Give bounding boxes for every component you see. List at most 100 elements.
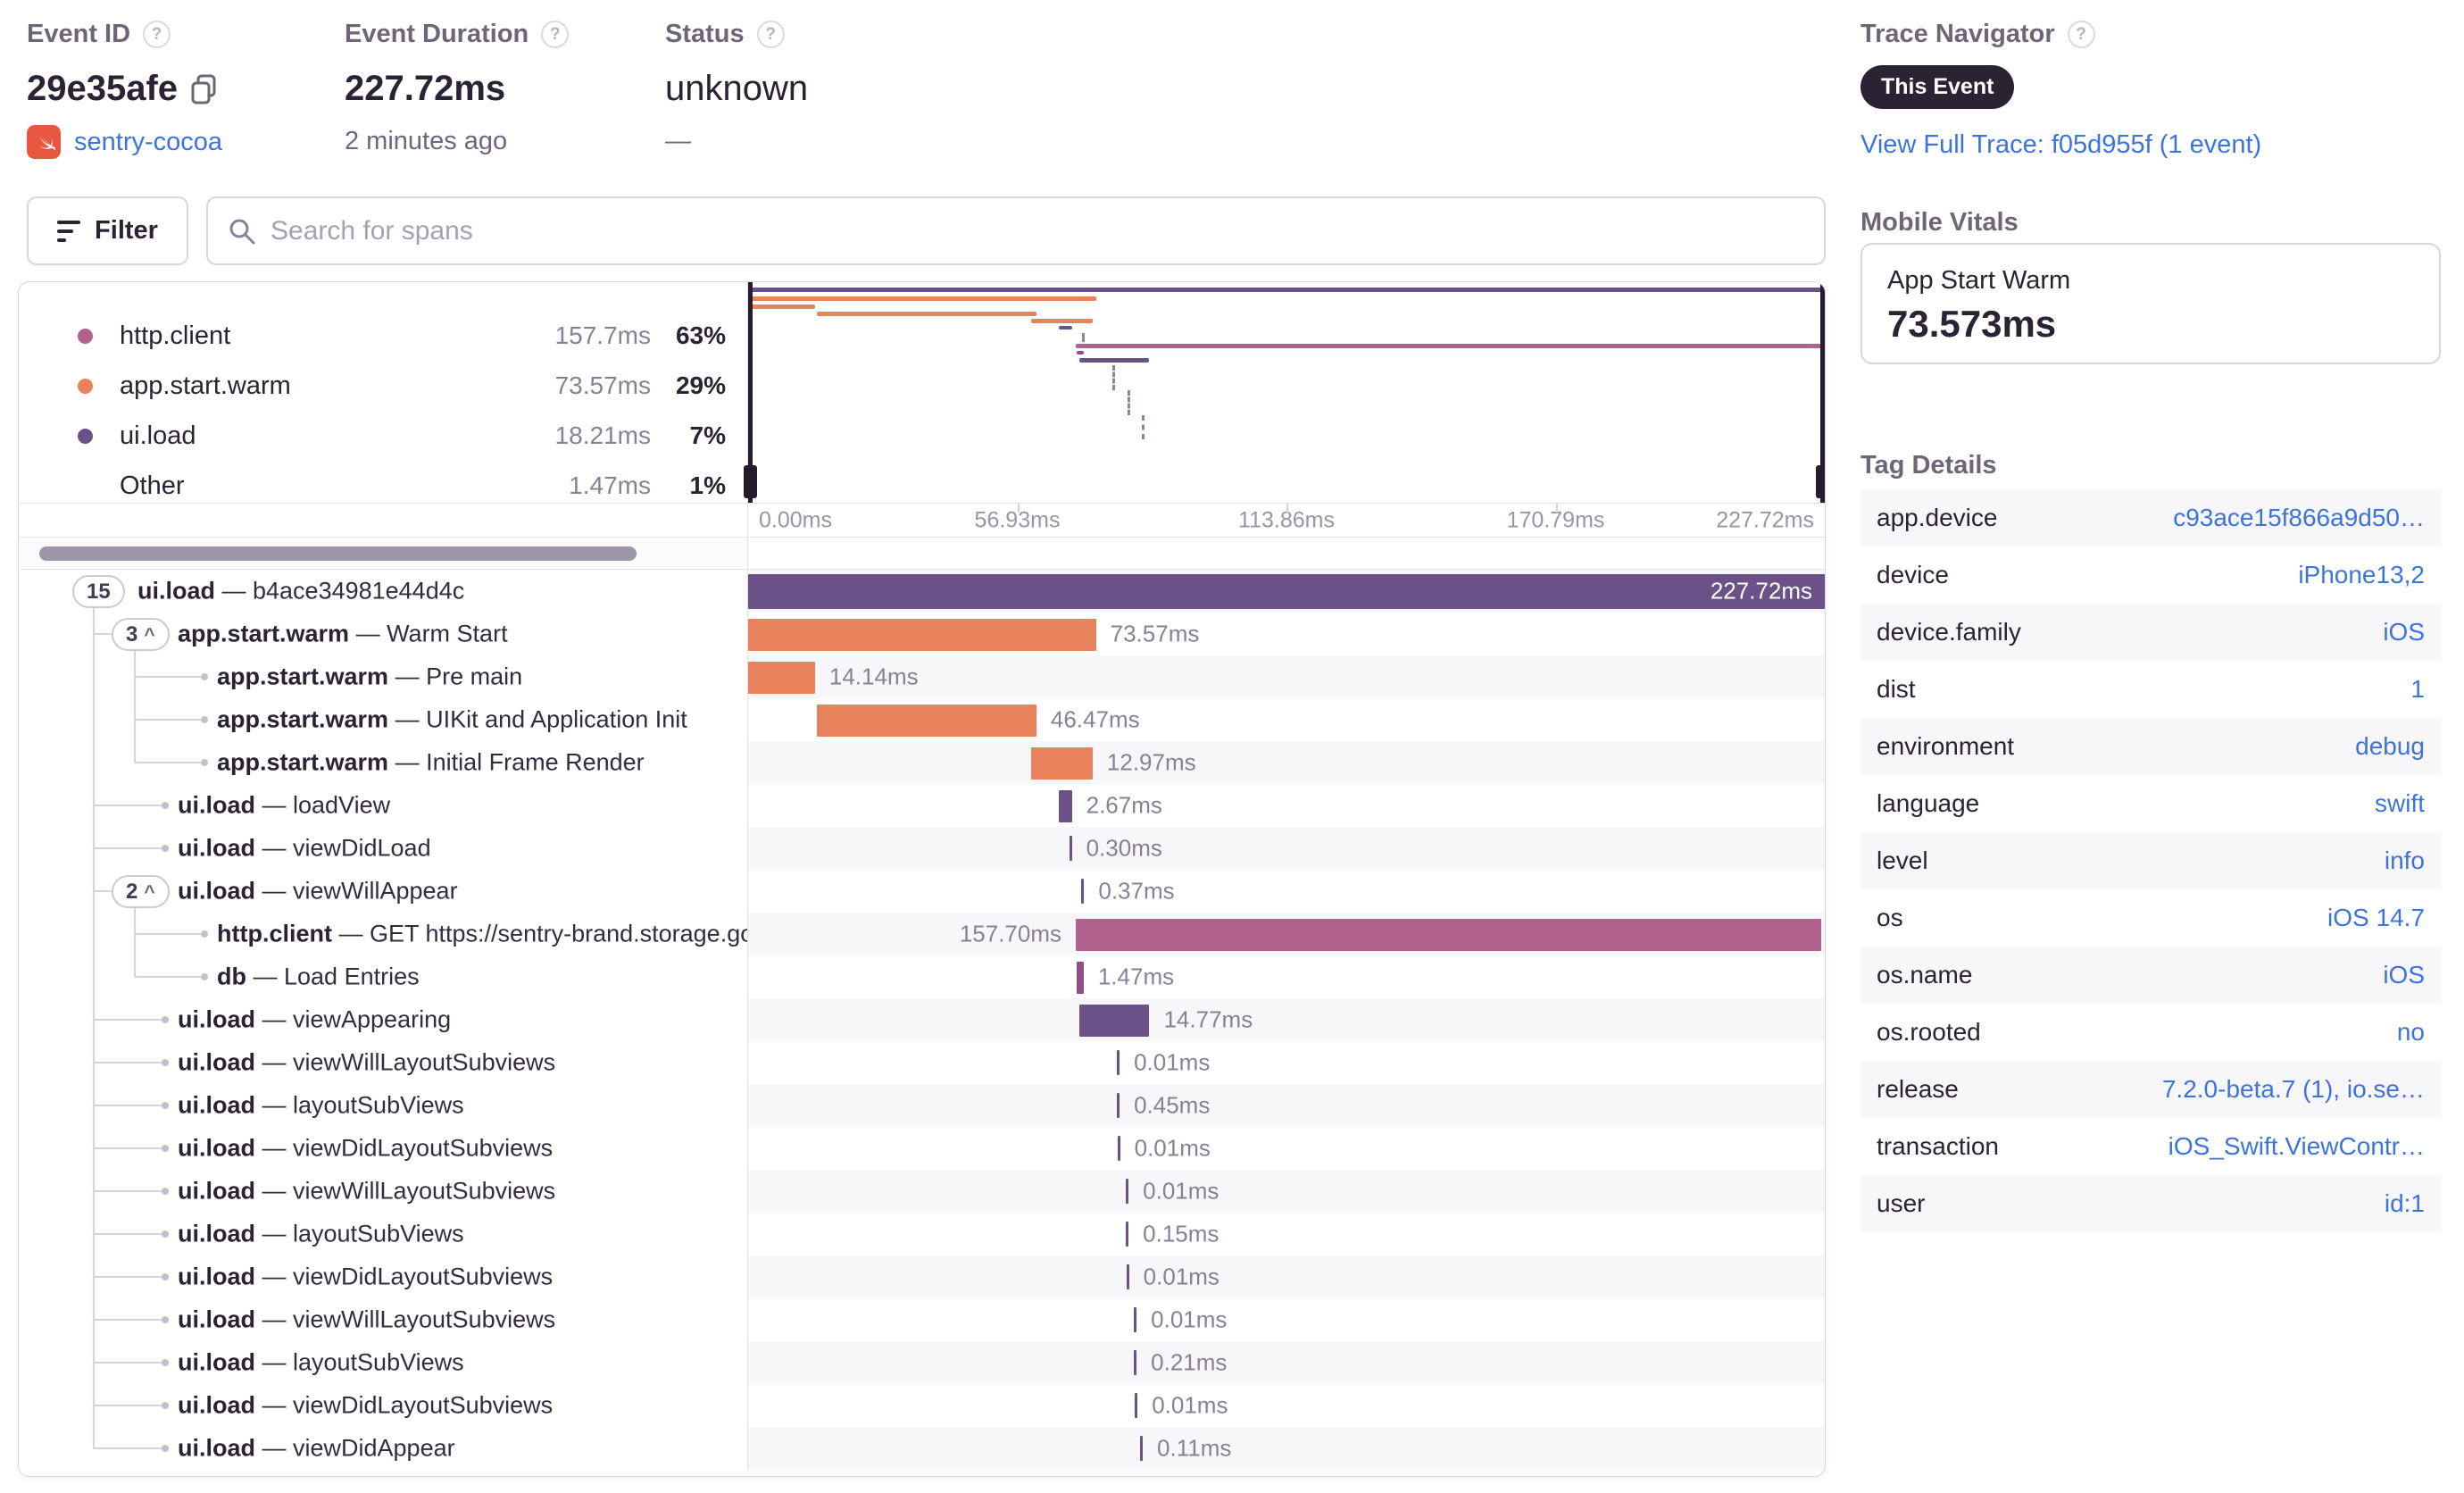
span-bar-cell[interactable]: 73.57ms [748, 613, 1825, 655]
span-bar-cell[interactable]: 157.70ms [748, 913, 1825, 955]
span-row[interactable]: ui.load — layoutSubViews 0.21ms [19, 1341, 1825, 1384]
span-bar-cell[interactable]: 0.30ms [748, 827, 1825, 870]
span-duration-bar[interactable] [1117, 1093, 1120, 1118]
tag-value-link[interactable]: id:1 [2385, 1189, 2425, 1218]
span-bar-cell[interactable]: 0.21ms [748, 1341, 1825, 1384]
span-duration-bar[interactable] [1031, 747, 1093, 780]
span-bar-cell[interactable]: 14.14ms [748, 655, 1825, 698]
span-row[interactable]: ui.load — viewDidLayoutSubviews 0.01ms [19, 1384, 1825, 1427]
span-bar-cell[interactable]: 227.72ms [748, 570, 1825, 613]
tag-value-link[interactable]: no [2397, 1018, 2425, 1047]
tag-value-link[interactable]: iOS [2383, 618, 2425, 646]
legend-item[interactable]: app.start.warm 73.57ms 29% [19, 361, 747, 411]
trace-minimap[interactable] [744, 282, 1825, 503]
minimap-right-handle[interactable] [1816, 282, 1825, 503]
span-row[interactable]: ui.load — viewDidLayoutSubviews 0.01ms [19, 1127, 1825, 1170]
tag-value-link[interactable]: iOS_Swift.ViewContr… [2168, 1132, 2425, 1161]
help-icon[interactable]: ? [143, 21, 171, 48]
span-bar-cell[interactable]: 0.01ms [748, 1298, 1825, 1341]
span-bar-cell[interactable]: 0.15ms [748, 1213, 1825, 1255]
span-count-pill[interactable]: 3 ^ [112, 618, 170, 651]
span-duration-bar[interactable] [1126, 1179, 1129, 1204]
span-duration-bar[interactable] [1069, 836, 1072, 861]
span-row[interactable]: ui.load — viewWillLayoutSubviews 0.01ms [19, 1041, 1825, 1084]
tag-value-link[interactable]: 1 [2410, 675, 2425, 704]
span-bar-cell[interactable]: 0.37ms [748, 870, 1825, 913]
tag-value-link[interactable]: iOS 14.7 [2327, 904, 2425, 932]
span-duration-bar[interactable] [1076, 919, 1822, 951]
view-full-trace-link[interactable]: View Full Trace: f05d955f (1 event) [1860, 130, 2261, 159]
span-row[interactable]: app.start.warm — Initial Frame Render 12.… [19, 741, 1825, 784]
span-duration-bar[interactable] [1081, 879, 1085, 904]
span-duration-bar[interactable] [1134, 1307, 1137, 1332]
span-duration-bar[interactable] [1134, 1350, 1137, 1375]
span-bar-cell[interactable]: 0.45ms [748, 1084, 1825, 1127]
span-bar-cell[interactable]: 12.97ms [748, 741, 1825, 784]
event-duration-label: Event Duration ? [345, 20, 570, 49]
span-duration-bar[interactable] [748, 662, 815, 694]
help-icon[interactable]: ? [541, 21, 570, 48]
legend-item[interactable]: ui.load 18.21ms 7% [19, 411, 747, 461]
span-bar-cell[interactable]: 0.01ms [748, 1170, 1825, 1213]
span-bar-cell[interactable]: 0.01ms [748, 1127, 1825, 1170]
span-duration-bar[interactable] [1079, 1005, 1150, 1037]
span-count-pill[interactable]: 2 ^ [112, 875, 170, 908]
span-row[interactable]: ui.load — viewDidAppear 0.11ms [19, 1427, 1825, 1470]
tag-value-link[interactable]: debug [2355, 732, 2425, 761]
span-bar-cell[interactable]: 0.01ms [748, 1384, 1825, 1427]
search-input[interactable] [271, 215, 1804, 246]
span-row[interactable]: ui.load — layoutSubViews 0.15ms [19, 1213, 1825, 1255]
span-duration-bar[interactable] [748, 574, 1825, 609]
copy-icon[interactable] [190, 74, 217, 104]
span-duration-bar[interactable] [1126, 1222, 1129, 1247]
span-bar-cell[interactable]: 46.47ms [748, 698, 1825, 741]
span-bar-cell[interactable]: 0.11ms [748, 1427, 1825, 1470]
span-bar-cell[interactable]: 0.01ms [748, 1041, 1825, 1084]
app-start-warm-card[interactable]: App Start Warm 73.573ms [1860, 243, 2441, 364]
span-count-pill[interactable]: 15 [72, 575, 125, 608]
span-row[interactable]: app.start.warm — Pre main 14.14ms [19, 655, 1825, 698]
span-row[interactable]: 15 ui.load — b4ace34981e44d4c 227.72ms [19, 570, 1825, 613]
span-label: ui.load — viewDidLayoutSubviews [178, 1134, 554, 1162]
span-row[interactable]: ui.load — viewAppearing 14.77ms [19, 998, 1825, 1041]
span-tree-cell: http.client — GET https://sentry-brand.s… [19, 913, 748, 955]
tag-value-link[interactable]: iOS [2383, 961, 2425, 989]
filter-button[interactable]: Filter [27, 196, 188, 265]
legend-item[interactable]: http.client 157.7ms 63% [19, 311, 747, 361]
minimap-dashed-connector [1142, 415, 1145, 439]
span-duration-bar[interactable] [1135, 1393, 1138, 1418]
project-link[interactable]: sentry-cocoa [74, 128, 222, 157]
span-row[interactable]: ui.load — loadView 2.67ms [19, 784, 1825, 827]
tag-value-link[interactable]: iPhone13,2 [2298, 561, 2425, 589]
span-row[interactable]: ui.load — viewWillLayoutSubviews 0.01ms [19, 1170, 1825, 1213]
span-row[interactable]: ui.load — layoutSubViews 0.45ms [19, 1084, 1825, 1127]
help-icon[interactable]: ? [756, 21, 785, 48]
span-row[interactable]: ui.load — viewDidLayoutSubviews 0.01ms [19, 1255, 1825, 1298]
span-row[interactable]: 2 ^ ui.load — viewWillAppear 0.37ms [19, 870, 1825, 913]
span-bar-cell[interactable]: 14.77ms [748, 998, 1825, 1041]
span-row[interactable]: app.start.warm — UIKit and Application I… [19, 698, 1825, 741]
span-duration-bar[interactable] [748, 619, 1096, 651]
span-duration-bar[interactable] [1117, 1136, 1120, 1161]
span-duration-bar[interactable] [816, 705, 1036, 737]
span-row[interactable]: http.client — GET https://sentry-brand.s… [19, 913, 1825, 955]
tag-value-link[interactable]: c93ace15f866a9d50… [2173, 504, 2425, 532]
span-row[interactable]: ui.load — viewWillLayoutSubviews 0.01ms [19, 1298, 1825, 1341]
span-bar-cell[interactable]: 1.47ms [748, 955, 1825, 998]
span-bar-cell[interactable]: 0.01ms [748, 1255, 1825, 1298]
span-duration-bar[interactable] [1077, 962, 1084, 994]
span-duration-bar[interactable] [1117, 1050, 1120, 1075]
span-bar-cell[interactable]: 2.67ms [748, 784, 1825, 827]
span-row[interactable]: 3 ^ app.start.warm — Warm Start 73.57ms [19, 613, 1825, 655]
tree-horizontal-scrollbar[interactable] [39, 546, 637, 561]
span-duration-bar[interactable] [1059, 790, 1072, 822]
tag-value-link[interactable]: swift [2375, 789, 2425, 818]
span-duration-bar[interactable] [1140, 1436, 1144, 1461]
span-row[interactable]: ui.load — viewDidLoad 0.30ms [19, 827, 1825, 870]
help-icon[interactable]: ? [2067, 21, 2095, 48]
span-duration-bar[interactable] [1126, 1264, 1129, 1289]
span-row[interactable]: db — Load Entries 1.47ms [19, 955, 1825, 998]
tag-value-link[interactable]: info [2385, 847, 2425, 875]
minimap-left-handle[interactable] [744, 282, 757, 503]
tag-value-link[interactable]: 7.2.0-beta.7 (1), io.se… [2162, 1075, 2425, 1104]
